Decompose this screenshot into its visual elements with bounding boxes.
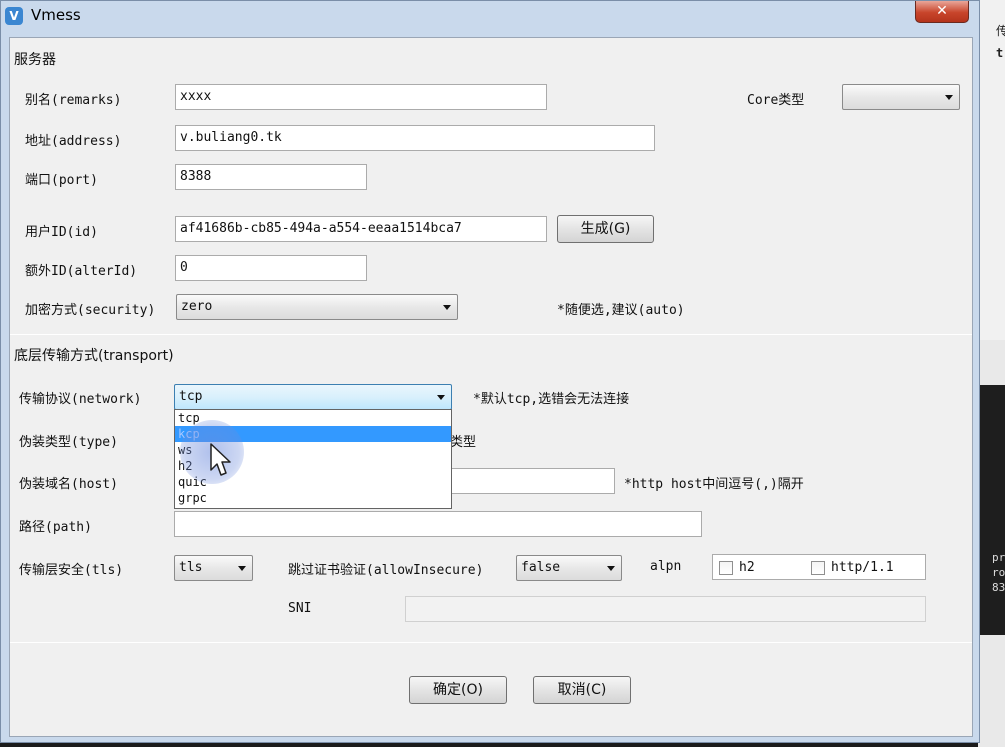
vmess-dialog: V Vmess ✕ 服务器 别名(remarks) xxxx Core类型 地址… — [0, 0, 980, 743]
section-divider — [10, 334, 972, 335]
user-id-label: 用户ID(id) — [25, 225, 98, 240]
network-option-grpc[interactable]: grpc — [175, 490, 451, 506]
alter-id-input[interactable]: 0 — [175, 255, 367, 281]
window-title: Vmess — [31, 6, 81, 24]
alpn-h2-label: h2 — [739, 560, 755, 575]
chevron-down-icon — [607, 566, 615, 571]
alpn-box: h2 http/1.1 — [712, 554, 926, 580]
mouse-pointer-icon — [210, 443, 231, 476]
allow-insecure-label: 跳过证书验证(allowInsecure) — [288, 563, 484, 578]
chevron-down-icon — [238, 566, 246, 571]
close-button[interactable]: ✕ — [915, 1, 969, 23]
server-section-title: 服务器 — [14, 52, 56, 68]
path-label: 路径(path) — [19, 520, 92, 535]
dialog-body: 服务器 别名(remarks) xxxx Core类型 地址(address) … — [9, 37, 973, 737]
background-terminal-text: pr ro 83 — [992, 551, 1005, 594]
background-text: t — [996, 46, 1004, 60]
type-label: 伪装类型(type) — [19, 435, 118, 450]
core-type-label: Core类型 — [747, 93, 805, 108]
security-label: 加密方式(security) — [25, 303, 156, 318]
address-input[interactable]: v.buliang0.tk — [175, 125, 655, 151]
footer-divider — [10, 642, 972, 643]
host-hint: *http host中间逗号(,)隔开 — [624, 477, 804, 492]
user-id-input[interactable]: af41686b-cb85-494a-a554-eeaa1514bca7 — [175, 216, 547, 242]
remarks-input[interactable]: xxxx — [175, 84, 547, 110]
host-label: 伪装域名(host) — [19, 477, 118, 492]
generate-button[interactable]: 生成(G) — [557, 215, 654, 243]
background-text: 传 — [996, 24, 1005, 38]
title-bar[interactable]: V Vmess ✕ — [1, 1, 979, 35]
network-label: 传输协议(network) — [19, 392, 142, 407]
tls-label: 传输层安全(tls) — [19, 563, 124, 578]
ok-button[interactable]: 确定(O) — [409, 676, 507, 704]
chevron-down-icon — [945, 95, 953, 100]
background-terminal — [978, 385, 1005, 635]
close-icon: ✕ — [936, 3, 948, 19]
network-select[interactable]: tcp — [174, 384, 452, 410]
port-input[interactable]: 8388 — [175, 164, 367, 190]
port-label: 端口(port) — [25, 173, 98, 188]
security-select[interactable]: zero — [176, 294, 458, 320]
sni-label: SNI — [288, 601, 312, 616]
tls-select[interactable]: tls — [174, 555, 253, 581]
alter-id-label: 额外ID(alterId) — [25, 264, 138, 279]
path-input[interactable] — [174, 511, 702, 537]
type-hint: 类型 — [450, 435, 477, 450]
transport-section-title: 底层传输方式(transport) — [14, 348, 174, 364]
chevron-down-icon — [437, 395, 445, 400]
alpn-h2-checkbox[interactable] — [719, 561, 733, 575]
chevron-down-icon — [443, 305, 451, 310]
network-hint: *默认tcp,选错会无法连接 — [473, 392, 630, 407]
cancel-button[interactable]: 取消(C) — [533, 676, 631, 704]
alpn-label: alpn — [650, 559, 682, 574]
core-type-select[interactable] — [842, 84, 960, 110]
sni-input[interactable] — [405, 596, 926, 622]
alpn-http11-label: http/1.1 — [831, 560, 894, 575]
alpn-http11-checkbox[interactable] — [811, 561, 825, 575]
address-label: 地址(address) — [25, 134, 122, 149]
background-window: 传 t pr ro 83 — [978, 0, 1005, 747]
v2ray-logo-icon: V — [5, 7, 23, 25]
security-hint: *随便选,建议(auto) — [557, 303, 685, 318]
remarks-label: 别名(remarks) — [25, 93, 122, 108]
allow-insecure-select[interactable]: false — [516, 555, 622, 581]
